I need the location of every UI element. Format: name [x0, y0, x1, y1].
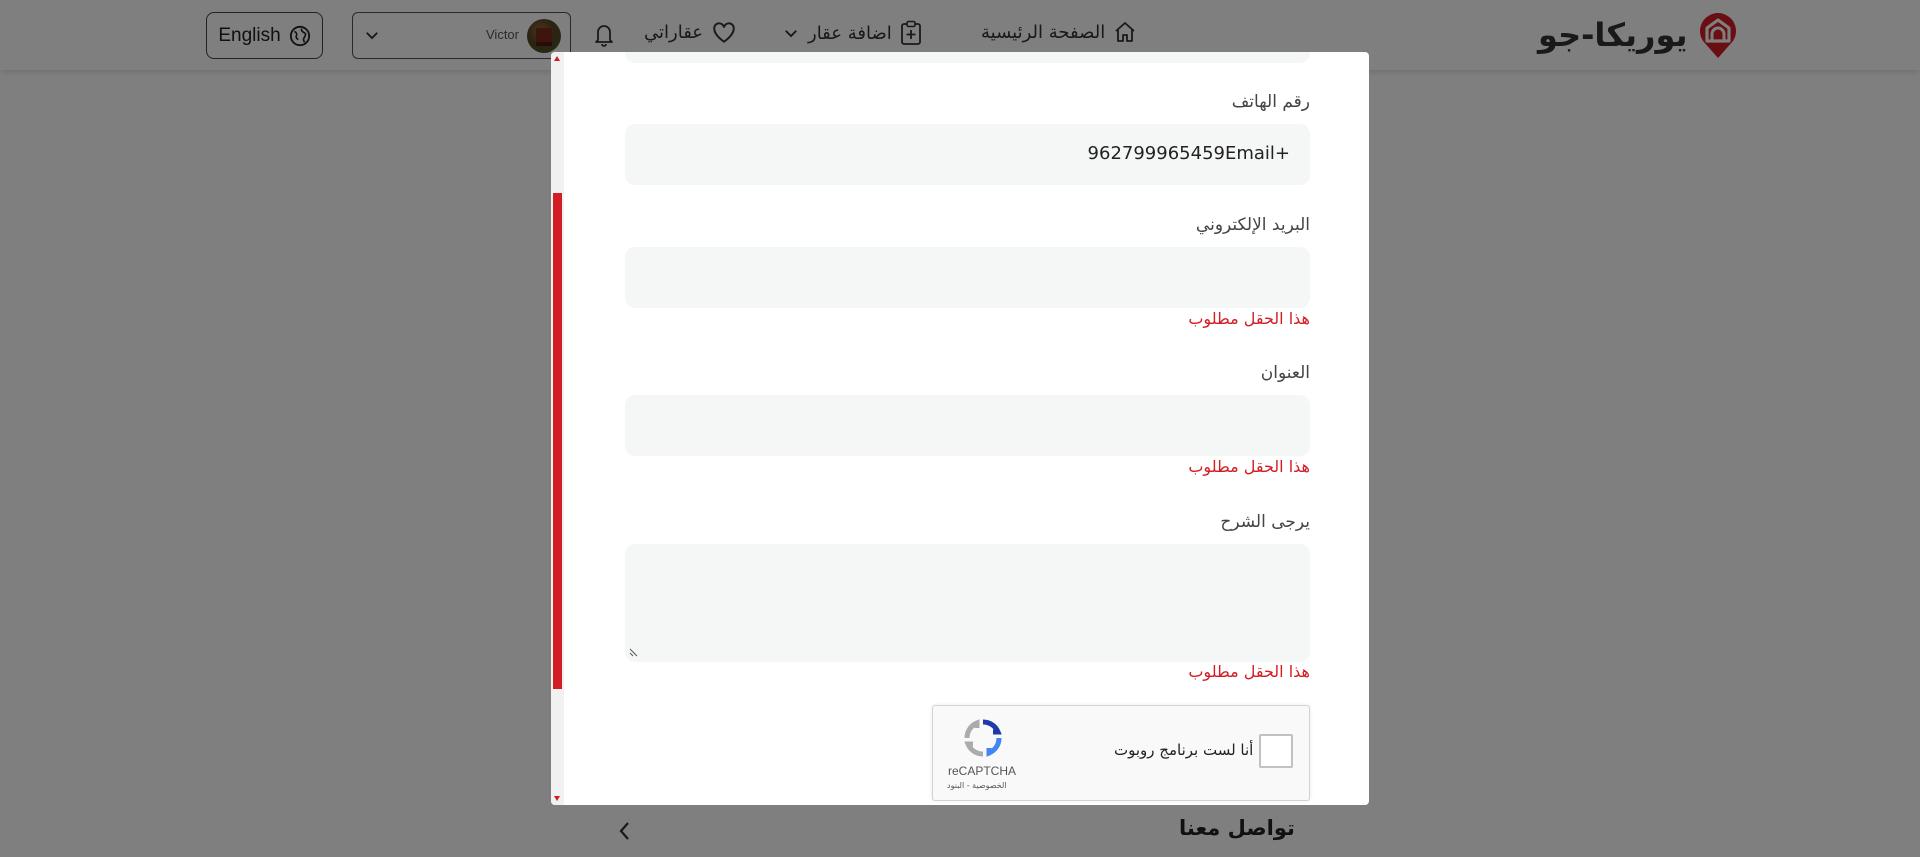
phone-field[interactable]: 962799965459Email+ — [625, 124, 1310, 185]
recaptcha-label: أنا لست برنامج روبوت — [1114, 741, 1254, 759]
scroll-up-arrow-icon[interactable] — [554, 56, 560, 61]
email-field[interactable] — [625, 247, 1310, 308]
explanation-textarea[interactable] — [625, 544, 1310, 662]
address-field[interactable] — [625, 395, 1310, 456]
recaptcha-brand: reCAPTCHA — [948, 764, 1017, 778]
email-error: هذا الحقل مطلوب — [1188, 309, 1310, 328]
recaptcha-links[interactable]: الخصوصية - البنود — [947, 781, 1007, 790]
resize-grip-icon[interactable] — [629, 647, 639, 657]
address-label: العنوان — [1260, 363, 1310, 383]
scroll-down-arrow-icon[interactable] — [554, 796, 560, 801]
phone-label: رقم الهاتف — [1231, 92, 1310, 112]
phone-value: 962799965459Email+ — [1087, 143, 1290, 164]
previous-field-edge[interactable] — [625, 52, 1310, 63]
recaptcha-checkbox[interactable] — [1259, 734, 1293, 768]
recaptcha-logo-icon — [964, 719, 1002, 757]
modal-scrollbar[interactable] — [551, 52, 564, 805]
report-form: رقم الهاتف 962799965459Email+ البريد الإ… — [625, 52, 1310, 805]
address-error: هذا الحقل مطلوب — [1188, 457, 1310, 476]
scrollbar-thumb[interactable] — [553, 193, 562, 689]
report-modal: رقم الهاتف 962799965459Email+ البريد الإ… — [551, 52, 1369, 805]
explanation-error: هذا الحقل مطلوب — [1188, 662, 1310, 681]
explanation-label: يرجى الشرح — [1220, 512, 1310, 532]
email-label: البريد الإلكتروني — [1195, 215, 1310, 235]
recaptcha-widget: أنا لست برنامج روبوت reCAPTCHA الخصوصية … — [932, 705, 1310, 801]
